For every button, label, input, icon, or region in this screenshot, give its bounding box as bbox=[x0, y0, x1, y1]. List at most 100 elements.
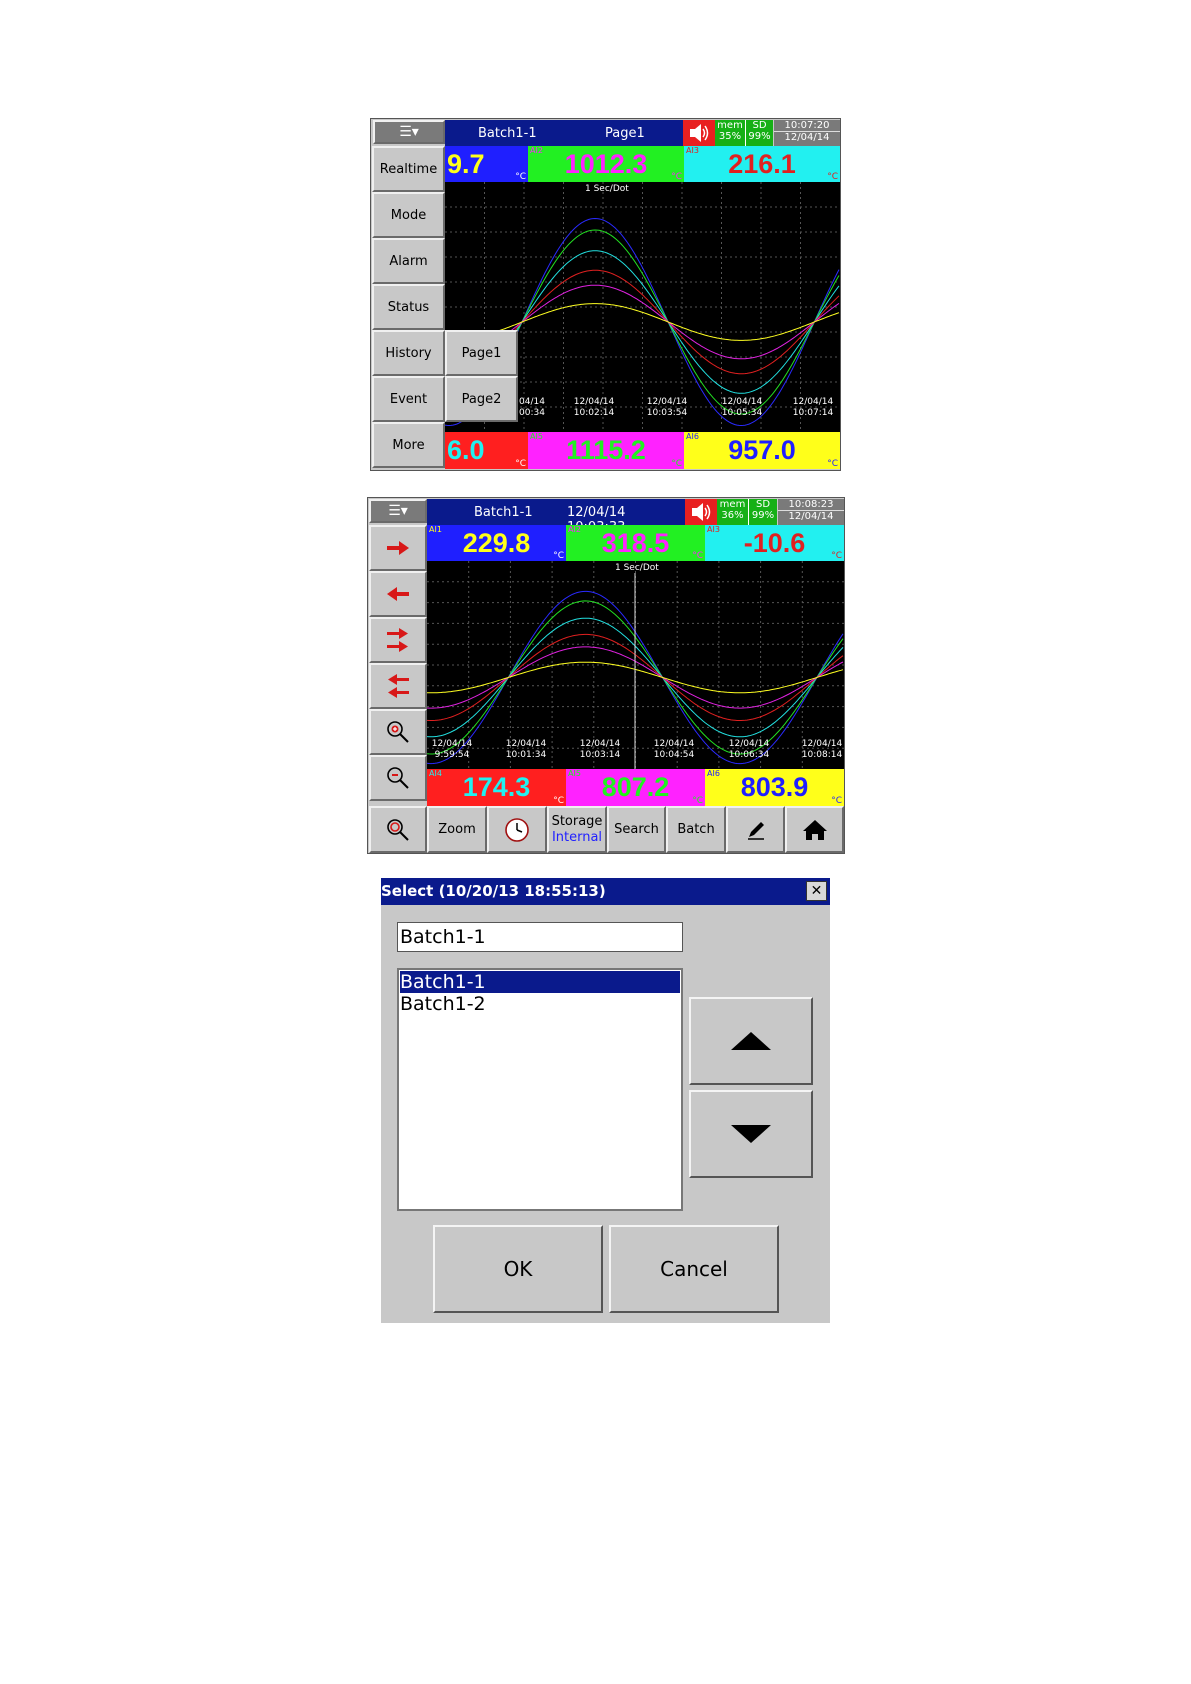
channel-tile-ai1[interactable]: 9.7 °C bbox=[445, 146, 528, 182]
channel-tile-ai2[interactable]: AI2 1012.3 °C bbox=[528, 146, 684, 182]
page-title: Page1 bbox=[605, 126, 645, 141]
page1-button[interactable]: Page1 bbox=[445, 330, 518, 376]
dialog-title-bar: Select (10/20/13 18:55:13) ✕ bbox=[381, 878, 830, 905]
channel-unit: °C bbox=[692, 796, 703, 806]
page1-label: Page1 bbox=[461, 345, 502, 361]
channel-unit: °C bbox=[671, 459, 682, 469]
double-arrow-right-icon bbox=[387, 628, 408, 652]
clock-button[interactable] bbox=[487, 806, 547, 853]
alarm-label: Alarm bbox=[389, 253, 428, 269]
status-button[interactable]: Status bbox=[372, 284, 445, 330]
page2-label: Page2 bbox=[461, 391, 502, 407]
trend-chart[interactable]: 1 Sec/Dot bbox=[427, 561, 844, 769]
channel-unit: °C bbox=[827, 459, 838, 469]
trend-plot bbox=[427, 561, 844, 769]
scroll-right-button[interactable] bbox=[369, 525, 427, 571]
list-item-selected[interactable]: Batch1-1 bbox=[400, 971, 680, 993]
channel-tile-ai2[interactable]: AI2 318.5 °C bbox=[566, 525, 705, 561]
channel-value: 229.8 bbox=[462, 527, 531, 558]
list-item[interactable]: Batch1-2 bbox=[400, 993, 680, 1015]
event-label: Event bbox=[389, 391, 428, 407]
realtime-button[interactable]: Realtime bbox=[372, 146, 445, 192]
channel-value: -10.6 bbox=[743, 527, 806, 558]
alarm-button[interactable]: Alarm bbox=[372, 238, 445, 284]
time-label: 04/14 00:34 bbox=[519, 397, 545, 418]
channel-value: 807.2 bbox=[601, 772, 670, 802]
batch-list[interactable]: Batch1-1 Batch1-2 bbox=[397, 968, 683, 1211]
menu-button[interactable]: ☰▾ bbox=[373, 120, 445, 144]
batch-label: Batch bbox=[677, 822, 715, 837]
storage-value: Internal bbox=[551, 829, 603, 845]
sd-status: SD 99% bbox=[748, 499, 777, 525]
channel-tile-ai5[interactable]: AI5 1115.2 °C bbox=[528, 432, 684, 469]
speaker-icon bbox=[692, 503, 711, 521]
zoom-reset-button[interactable] bbox=[369, 806, 427, 853]
close-button[interactable]: ✕ bbox=[806, 881, 827, 901]
channel-value: 1115.2 bbox=[566, 435, 646, 465]
history-label: History bbox=[385, 345, 432, 361]
channel-tile-ai3[interactable]: AI3 216.1 °C bbox=[684, 146, 840, 182]
time-label: 12/04/14 10:03:14 bbox=[579, 739, 621, 760]
clock-display: 10:08:23 12/04/14 bbox=[778, 499, 844, 525]
speaker-icon bbox=[690, 124, 709, 142]
channel-tile-ai4[interactable]: 6.0 °C bbox=[445, 432, 528, 469]
time-axis-labels: 04/14 00:34 12/04/14 10:02:14 12/04/14 10:0… bbox=[517, 397, 840, 421]
channel-tile-ai3[interactable]: AI3 -10.6 °C bbox=[705, 525, 844, 561]
storage-button[interactable]: Storage Internal bbox=[547, 806, 607, 853]
more-label: More bbox=[392, 437, 425, 453]
mode-button[interactable]: Mode bbox=[372, 192, 445, 238]
recorder-screen-realtime: ☰▾ Batch1-1 Page1 mem 35% SD 99% 10:07:2… bbox=[370, 118, 841, 471]
mem-status: mem 36% bbox=[717, 499, 748, 525]
channel-unit: °C bbox=[692, 551, 703, 561]
search-button[interactable]: Search bbox=[607, 806, 666, 853]
menu-button[interactable]: ☰▾ bbox=[369, 499, 427, 523]
channel-value: 1012.3 bbox=[564, 148, 648, 179]
mem-label: mem bbox=[717, 120, 743, 131]
time-label: 12/04/14 9:59:54 bbox=[431, 739, 473, 760]
sd-value: 99% bbox=[751, 510, 775, 521]
history-button[interactable]: History bbox=[372, 330, 445, 376]
edit-button[interactable] bbox=[726, 806, 785, 853]
zoom-in-button[interactable] bbox=[369, 709, 427, 755]
zoom-button[interactable]: Zoom bbox=[427, 806, 487, 853]
batch-name-input[interactable]: Batch1-1 bbox=[397, 922, 683, 952]
chart-rate-label: 1 Sec/Dot bbox=[585, 184, 629, 194]
page-right-button[interactable] bbox=[369, 617, 427, 663]
scroll-up-button[interactable] bbox=[689, 997, 813, 1085]
realtime-label: Realtime bbox=[379, 161, 438, 177]
clock-display: 10:07:20 12/04/14 bbox=[774, 120, 840, 146]
menu-icon: ☰▾ bbox=[399, 124, 419, 140]
time-label: 12/04/14 10:04:54 bbox=[653, 739, 695, 760]
home-icon bbox=[802, 819, 827, 840]
home-button[interactable] bbox=[785, 806, 844, 853]
arrow-left-icon bbox=[387, 587, 409, 601]
speaker-button[interactable] bbox=[683, 120, 715, 146]
channel-unit: °C bbox=[831, 551, 842, 561]
cancel-button[interactable]: Cancel bbox=[609, 1225, 779, 1313]
cancel-label: Cancel bbox=[660, 1257, 728, 1281]
speaker-button[interactable] bbox=[685, 499, 717, 525]
arrow-right-icon bbox=[387, 541, 409, 555]
scroll-down-button[interactable] bbox=[689, 1090, 813, 1178]
channel-tile-ai6[interactable]: AI6 803.9 °C bbox=[705, 769, 844, 806]
channel-tile-ai5[interactable]: AI5 807.2 °C bbox=[566, 769, 705, 806]
channel-tile-ai4[interactable]: AI4 174.3 °C bbox=[427, 769, 566, 806]
event-button[interactable]: Event bbox=[372, 376, 445, 422]
more-button[interactable]: More bbox=[372, 422, 445, 468]
ok-button[interactable]: OK bbox=[433, 1225, 603, 1313]
page-left-button[interactable] bbox=[369, 663, 427, 709]
zoom-out-button[interactable] bbox=[369, 755, 427, 801]
sd-status: SD 99% bbox=[745, 120, 773, 146]
clock-date: 12/04/14 bbox=[784, 132, 830, 143]
scroll-left-button[interactable] bbox=[369, 571, 427, 617]
sd-value: 99% bbox=[748, 131, 771, 142]
time-axis-labels: 12/04/14 9:59:54 12/04/14 10:01:34 12/04/1… bbox=[427, 739, 844, 763]
channel-tile-ai1[interactable]: AI1 229.8 °C bbox=[427, 525, 566, 561]
zoom-label: Zoom bbox=[438, 822, 476, 837]
channel-tile-ai6[interactable]: AI6 957.0 °C bbox=[684, 432, 840, 469]
channel-unit: °C bbox=[827, 172, 838, 182]
batch-button[interactable]: Batch bbox=[666, 806, 726, 853]
mem-label: mem bbox=[719, 499, 746, 510]
page2-button[interactable]: Page2 bbox=[445, 376, 518, 422]
dialog-title: Select (10/20/13 18:55:13) bbox=[381, 882, 606, 900]
